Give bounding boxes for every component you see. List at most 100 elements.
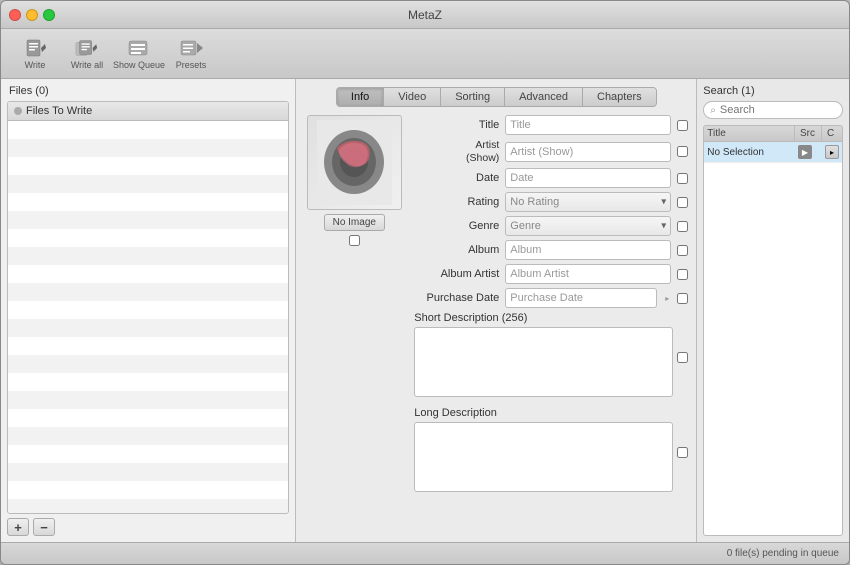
album-input[interactable] xyxy=(505,240,671,260)
presets-icon xyxy=(179,38,203,58)
short-desc-row: Short Description (256) xyxy=(414,312,688,397)
files-list-header: Files To Write xyxy=(8,102,288,121)
album-artist-label: Album Artist xyxy=(414,268,499,280)
short-desc-checkbox[interactable] xyxy=(677,352,688,363)
short-desc-textarea[interactable] xyxy=(414,327,673,397)
status-bar: 0 file(s) pending in queue xyxy=(1,542,849,564)
search-results-body: No Selection ▶ ▸ xyxy=(703,141,843,536)
writeall-label: Write all xyxy=(71,60,103,70)
tab-video[interactable]: Video xyxy=(384,88,441,106)
artwork-section: No Image xyxy=(304,115,404,534)
rating-checkbox[interactable] xyxy=(677,197,688,208)
artwork-box[interactable] xyxy=(307,115,402,210)
artist-row: Artist(Show) xyxy=(414,139,688,164)
files-list-container: Files To Write xyxy=(7,101,289,514)
sr-col-title: Title xyxy=(704,126,795,141)
artist-label: Artist(Show) xyxy=(414,139,499,164)
purchase-date-label: Purchase Date xyxy=(414,292,499,304)
genre-row: Genre Genre xyxy=(414,216,688,236)
write-label: Write xyxy=(25,60,46,70)
close-button[interactable] xyxy=(9,9,21,21)
title-checkbox[interactable] xyxy=(677,120,688,131)
title-input[interactable] xyxy=(505,115,671,135)
main-window: MetaZ Write xyxy=(0,0,850,565)
minimize-button[interactable] xyxy=(26,9,38,21)
rating-select[interactable]: No Rating 1 Star 2 Stars 3 Stars 4 Stars… xyxy=(505,192,671,212)
purchase-date-checkbox[interactable] xyxy=(677,293,688,304)
rating-label: Rating xyxy=(414,196,499,208)
file-row xyxy=(8,157,288,175)
tab-chapters[interactable]: Chapters xyxy=(583,88,656,106)
file-row xyxy=(8,229,288,247)
file-row xyxy=(8,175,288,193)
file-row xyxy=(8,427,288,445)
album-label: Album xyxy=(414,244,499,256)
search-result-btn[interactable]: ▸ xyxy=(825,145,839,159)
long-desc-row: Long Description xyxy=(414,407,688,492)
artwork-checkbox[interactable] xyxy=(349,235,360,246)
info-panel: No Image Title Artist(Show) xyxy=(304,115,688,534)
remove-file-button[interactable]: − xyxy=(33,518,55,536)
window-title: MetaZ xyxy=(408,8,442,22)
purchase-date-input[interactable] xyxy=(505,288,657,308)
title-row: Title xyxy=(414,115,688,135)
album-checkbox[interactable] xyxy=(677,245,688,256)
date-input[interactable] xyxy=(505,168,671,188)
search-panel: Search (1) ⌕ Title Src C No Selection ▶ … xyxy=(696,79,849,542)
date-checkbox[interactable] xyxy=(677,173,688,184)
artist-checkbox[interactable] xyxy=(677,146,688,157)
content-area: Info Video Sorting Advanced Chapters xyxy=(296,79,696,542)
album-artist-checkbox[interactable] xyxy=(677,269,688,280)
album-artist-input[interactable] xyxy=(505,264,671,284)
files-footer: + − xyxy=(7,518,289,536)
writeall-button[interactable]: Write all xyxy=(63,34,111,74)
showqueue-button[interactable]: Show Queue xyxy=(115,34,163,74)
main-content: Files (0) Files To Write xyxy=(1,79,849,542)
genre-label: Genre xyxy=(414,220,499,232)
file-row xyxy=(8,355,288,373)
rating-select-wrapper: No Rating 1 Star 2 Stars 3 Stars 4 Stars… xyxy=(505,192,671,212)
writeall-icon xyxy=(75,38,99,58)
no-image-button[interactable]: No Image xyxy=(324,214,385,231)
search-input[interactable] xyxy=(720,104,836,116)
purchase-date-arrow: ▸ xyxy=(663,294,671,303)
short-desc-main: Short Description (256) xyxy=(414,312,673,397)
file-row xyxy=(8,301,288,319)
search-box: ⌕ xyxy=(703,101,843,119)
status-text: 0 file(s) pending in queue xyxy=(727,548,839,559)
artist-input[interactable] xyxy=(505,142,671,162)
maximize-button[interactable] xyxy=(43,9,55,21)
tab-group: Info Video Sorting Advanced Chapters xyxy=(336,87,657,107)
add-file-button[interactable]: + xyxy=(7,518,29,536)
genre-select-wrapper: Genre xyxy=(505,216,671,236)
search-icon: ⌕ xyxy=(710,105,716,116)
files-list-title: Files To Write xyxy=(26,105,92,117)
file-row xyxy=(8,499,288,514)
showqueue-icon xyxy=(127,38,151,58)
genre-select[interactable]: Genre xyxy=(505,216,671,236)
file-row xyxy=(8,283,288,301)
tab-sorting[interactable]: Sorting xyxy=(441,88,505,106)
rating-row: Rating No Rating 1 Star 2 Stars 3 Stars … xyxy=(414,192,688,212)
presets-button[interactable]: Presets xyxy=(167,34,215,74)
toolbar: Write Write all xyxy=(1,29,849,79)
long-desc-textarea[interactable] xyxy=(414,422,673,492)
genre-checkbox[interactable] xyxy=(677,221,688,232)
file-row xyxy=(8,121,288,139)
tab-info[interactable]: Info xyxy=(337,88,384,106)
date-label: Date xyxy=(414,172,499,184)
search-results-header: Title Src C xyxy=(703,125,843,141)
long-desc-checkbox[interactable] xyxy=(677,447,688,458)
showqueue-label: Show Queue xyxy=(113,60,165,70)
file-row xyxy=(8,265,288,283)
bullet-icon xyxy=(14,107,22,115)
file-row xyxy=(8,211,288,229)
write-button[interactable]: Write xyxy=(11,34,59,74)
search-result-row[interactable]: No Selection ▶ ▸ xyxy=(704,142,842,163)
write-icon xyxy=(23,38,47,58)
short-desc-label: Short Description (256) xyxy=(414,312,673,324)
file-row xyxy=(8,445,288,463)
traffic-lights xyxy=(9,9,55,21)
tab-advanced[interactable]: Advanced xyxy=(505,88,583,106)
album-row: Album xyxy=(414,240,688,260)
